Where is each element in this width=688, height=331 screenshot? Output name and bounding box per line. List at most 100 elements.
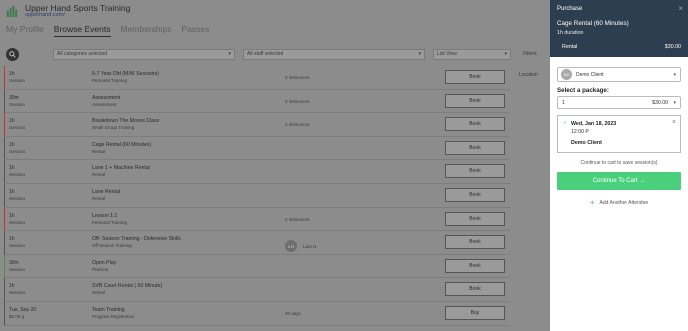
event-row[interactable]: 1h Session Lane Rental Rental Book	[4, 183, 510, 208]
event-row[interactable]: 1h Session Breakdown The Moves Class Small …	[4, 113, 510, 137]
chevron-down-icon: ▾	[418, 51, 421, 57]
app-header: Upper Hand Sports Training upperhand.com…	[0, 0, 550, 22]
event-title: 5-7 Year Old (M/W Sessions)	[92, 71, 159, 77]
tab-browse-events[interactable]: Browse Events	[53, 24, 111, 37]
location-filter-label[interactable]: Location	[519, 72, 538, 78]
slot-time: 12:00 P	[571, 129, 589, 135]
line-item-label: Rental	[562, 44, 578, 50]
add-attendee-button[interactable]: + Add Another Attendee	[550, 198, 688, 207]
view-select-value: List View	[437, 51, 457, 57]
event-kind: Session	[9, 290, 26, 296]
event-row[interactable]: 1h Session Cage Rental (60 Minutes) Rental B…	[4, 136, 510, 161]
event-duration: 1h	[9, 283, 15, 290]
category-select[interactable]: All categories selected ▾	[53, 48, 235, 60]
tab-passes[interactable]: Passes	[182, 24, 210, 37]
selected-slot-card: ✓ Wed, Jan 18, 2023 12:00 P Demo Client …	[557, 115, 681, 153]
staff-select[interactable]: All staff selected ▾	[243, 48, 425, 60]
event-row[interactable]: 1h Session SVB Court Rental ( 60 Minute) Re…	[4, 278, 510, 302]
chevron-down-icon: ▾	[228, 51, 231, 57]
cart-note: Continue to cart to save session(s)	[580, 160, 658, 166]
event-title: SVB Court Rental ( 60 Minute)	[92, 283, 163, 290]
book-button[interactable]: Book	[445, 70, 505, 84]
event-staff: LH Lars H.	[285, 240, 318, 253]
book-button[interactable]: Book	[445, 164, 505, 179]
bullet-icon	[557, 45, 560, 49]
event-category: Program Registration	[92, 313, 135, 319]
tab-memberships[interactable]: Memberships	[121, 24, 172, 37]
chevron-down-icon: ▾	[673, 99, 676, 106]
view-select[interactable]: List View ▾	[433, 48, 511, 60]
book-button[interactable]: Book	[445, 140, 505, 155]
category-select-value: All categories selected	[57, 51, 108, 57]
package-price: $30.00	[652, 99, 668, 106]
event-row[interactable]: Tue, Sep 20 $2.00 g Team Training Program R…	[4, 301, 510, 326]
event-title: Cage Rental (60 Minutes)	[92, 141, 152, 148]
event-title: Open Play	[92, 259, 117, 266]
client-select[interactable]: DC Demo Client ▾	[557, 67, 681, 82]
event-staff-name: Lars H.	[303, 243, 318, 249]
event-row[interactable]: 30m Session Open Play Practice Book	[4, 254, 510, 279]
event-title: Team Training	[92, 306, 125, 313]
brand-name: Upper Hand Sports Training	[25, 3, 131, 13]
event-list: 1h Session 5-7 Year Old (M/W Sessions) Pers…	[4, 66, 510, 326]
remove-slot-icon[interactable]: ×	[672, 119, 676, 126]
event-kind: Session	[9, 172, 26, 178]
book-button[interactable]: Book	[445, 258, 505, 273]
event-row[interactable]: 1h Session Off- Season Training - Defensiv…	[4, 231, 510, 255]
event-kind: Session	[9, 148, 26, 154]
book-button[interactable]: Book	[445, 211, 505, 226]
filters-link[interactable]: Filters	[523, 51, 537, 57]
event-duration: 1h	[9, 236, 15, 243]
event-row[interactable]: 1h Session Lane 1 + Machine Rental Rental Bo…	[4, 160, 510, 184]
event-category: Rental	[92, 148, 106, 154]
package-label: Select a package:	[557, 87, 609, 94]
tab-my-profile[interactable]: My Profile	[6, 24, 44, 37]
staff-select-value: All staff selected	[247, 51, 284, 57]
search-icon	[9, 50, 16, 58]
purchase-header: Purchase × Cage Rental (60 Minutes) 1h d…	[550, 0, 688, 57]
event-duration: 1h	[9, 141, 15, 148]
event-row[interactable]: 1h Session 5-7 Year Old (M/W Sessions) Pers…	[4, 66, 510, 90]
event-duration: 1h	[9, 118, 15, 125]
book-button[interactable]: Buy	[445, 305, 505, 320]
main-content: Upper Hand Sports Training upperhand.com…	[0, 0, 550, 331]
plus-icon: +	[589, 198, 595, 207]
event-staff: 3 instructors	[285, 75, 310, 80]
package-select[interactable]: 1 $30.00 ▾	[557, 96, 681, 109]
event-category: Small Group Training	[92, 125, 135, 131]
event-category: Personal Training	[92, 78, 128, 83]
filter-bar: All categories selected ▾ All staff sele…	[6, 46, 550, 62]
event-row[interactable]: 1h Session Lesson 1:1 Personal Training 2 in…	[4, 207, 510, 232]
book-button[interactable]: Book	[445, 235, 505, 250]
event-title: Lesson 1:1	[92, 212, 118, 219]
book-button[interactable]: Book	[445, 187, 505, 202]
event-title: Off- Season Training - Defensive Skills	[92, 236, 181, 243]
event-staff: 2 instructors	[285, 122, 310, 128]
client-select-value: Demo Client	[576, 71, 604, 78]
event-category: Rental	[92, 195, 106, 201]
event-kind: Session	[9, 219, 26, 225]
slot-date: Wed, Jan 18, 2023	[571, 121, 617, 127]
search-button[interactable]	[6, 47, 19, 61]
event-kind: Session	[9, 195, 26, 201]
event-category: Personal Training	[92, 219, 128, 225]
event-row[interactable]: 30m Session Assessment Assessment 3 instruct…	[4, 89, 510, 114]
avatar: LH	[285, 240, 297, 253]
event-category: Rental	[92, 290, 106, 296]
event-category: Off Season Training	[92, 243, 132, 249]
book-button[interactable]: Book	[445, 117, 505, 132]
event-duration: 30m	[9, 94, 19, 101]
package-qty: 1	[562, 99, 565, 106]
purchase-item-duration: 1h duration	[557, 30, 584, 36]
close-icon[interactable]: ×	[678, 4, 683, 13]
book-button[interactable]: Book	[445, 93, 505, 108]
event-title: Breakdown The Moves Class	[92, 118, 160, 125]
line-item-price: $30.00	[664, 44, 681, 50]
event-kind: $2.00 g	[9, 313, 25, 319]
event-kind: Session	[9, 266, 26, 272]
book-button[interactable]: Book	[445, 282, 505, 297]
purchase-item-title: Cage Rental (60 Minutes)	[557, 20, 629, 27]
event-title: Lane 1 + Machine Rental	[92, 165, 150, 172]
continue-to-cart-button[interactable]: Continue To Cart →	[557, 172, 681, 190]
purchase-panel: Purchase × Cage Rental (60 Minutes) 1h d…	[550, 0, 688, 331]
